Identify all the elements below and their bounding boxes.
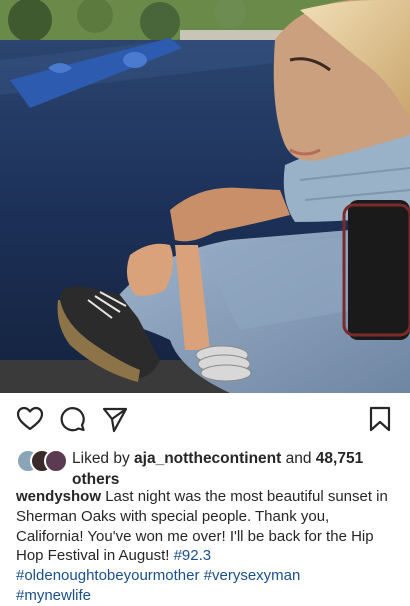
liked-user-link[interactable]: aja_notthecontinent [134,450,281,467]
photo-illustration [0,0,410,393]
post-photo[interactable] [0,0,410,393]
post-caption: wendyshow Last night was the most beauti… [16,487,398,606]
liked-and: and [281,450,316,467]
share-button[interactable] [101,405,129,433]
hashtag[interactable]: #verysexyman [204,567,301,584]
liked-prefix: Liked by [72,450,135,467]
comment-button[interactable] [58,405,86,433]
save-button[interactable] [366,405,394,433]
hashtag[interactable]: #oldenoughtobeyourmother [16,567,199,584]
caption-username[interactable]: wendyshow [16,488,101,505]
likes-section: Liked by aja_notthecontinent and 48,751 o… [0,445,410,488]
likes-suffix: others [72,471,120,488]
heart-icon [16,406,44,431]
comment-icon [60,407,85,432]
likes-count: 48,751 [315,450,364,467]
like-button[interactable] [16,405,44,433]
hashtag[interactable]: #92.3 [174,547,212,564]
post-actions-bar [0,393,410,445]
hashtag[interactable]: #mynewlife [16,587,91,604]
paper-plane-icon [102,407,128,433]
liked-by-text: Liked by aja_notthecontinent and 48,751 o… [72,448,392,490]
avatar [44,449,68,473]
liker-avatars[interactable] [16,449,68,473]
bookmark-icon [369,406,391,432]
